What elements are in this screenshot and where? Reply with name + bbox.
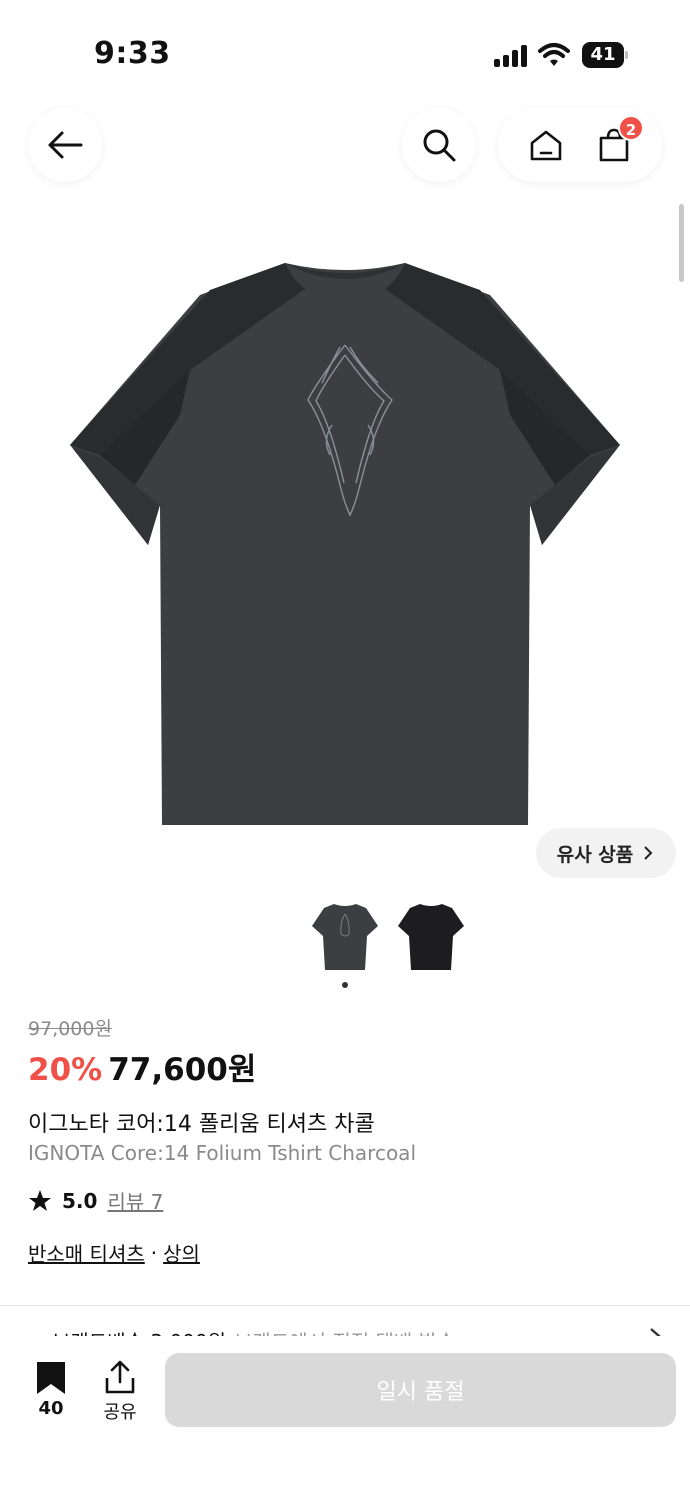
header-actions: 2 <box>498 108 662 182</box>
status-bar: 9:33 41 <box>0 0 690 100</box>
image-scrollbar[interactable] <box>679 204 684 282</box>
bottom-action-bar: 40 공유 일시 품절 <box>0 1336 690 1500</box>
arrow-left-icon <box>48 131 83 159</box>
image-thumbnails <box>310 900 470 972</box>
cellular-signal-icon <box>494 45 528 67</box>
discount-rate: 20% <box>28 1052 103 1088</box>
category-link-short-sleeve[interactable]: 반소매 티셔츠 <box>28 1238 145 1267</box>
carousel-indicator-dot <box>342 982 348 988</box>
product-name-english: IGNOTA Core:14 Folium Tshirt Charcoal <box>28 1141 416 1165</box>
sold-out-button[interactable]: 일시 품절 <box>165 1353 676 1427</box>
product-main-image[interactable] <box>60 255 630 835</box>
category-breadcrumb: 반소매 티셔츠 · 상의 <box>28 1238 200 1267</box>
battery-icon: 41 <box>582 42 628 68</box>
cart-button[interactable]: 2 <box>592 115 644 167</box>
rating-value: 5.0 <box>62 1188 98 1213</box>
product-name-korean: 이그노타 코어:14 폴리움 티셔츠 차콜 <box>28 1112 375 1137</box>
thumbnail-charcoal[interactable] <box>310 900 380 972</box>
category-link-tops[interactable]: 상의 <box>163 1238 200 1267</box>
battery-level: 41 <box>582 42 624 68</box>
bookmark-button[interactable]: 40 <box>28 1360 74 1424</box>
category-separator: · <box>150 1240 158 1265</box>
review-link[interactable]: 리뷰 7 <box>107 1186 163 1215</box>
back-button[interactable] <box>28 108 102 182</box>
chevron-right-icon <box>644 846 653 860</box>
product-detail-page: 유사 상품 9:33 41 2 97,000원 20% 77,600원 이그노타… <box>0 0 690 1500</box>
thumbnail-black[interactable] <box>396 900 466 972</box>
bookmark-icon <box>37 1362 65 1394</box>
cart-count-badge: 2 <box>618 115 644 141</box>
price-row: 20% 77,600원 <box>28 1044 256 1089</box>
star-icon <box>29 1189 51 1211</box>
wifi-icon <box>538 43 570 66</box>
home-icon <box>530 130 562 161</box>
similar-products-label: 유사 상품 <box>556 843 634 866</box>
search-icon <box>423 129 456 162</box>
similar-products-button[interactable]: 유사 상품 <box>536 828 676 878</box>
bookmark-count: 40 <box>38 1398 64 1419</box>
share-button[interactable]: 공유 <box>96 1360 144 1424</box>
rating-row: 5.0 리뷰 7 <box>28 1186 163 1215</box>
sale-price: 77,600원 <box>108 1052 257 1088</box>
search-button[interactable] <box>402 108 476 182</box>
status-time: 9:33 <box>94 36 171 71</box>
section-divider <box>0 1305 690 1306</box>
share-icon <box>105 1360 135 1394</box>
share-label: 공유 <box>103 1402 137 1423</box>
original-price: 97,000원 <box>28 1018 112 1040</box>
home-button[interactable] <box>524 123 568 167</box>
